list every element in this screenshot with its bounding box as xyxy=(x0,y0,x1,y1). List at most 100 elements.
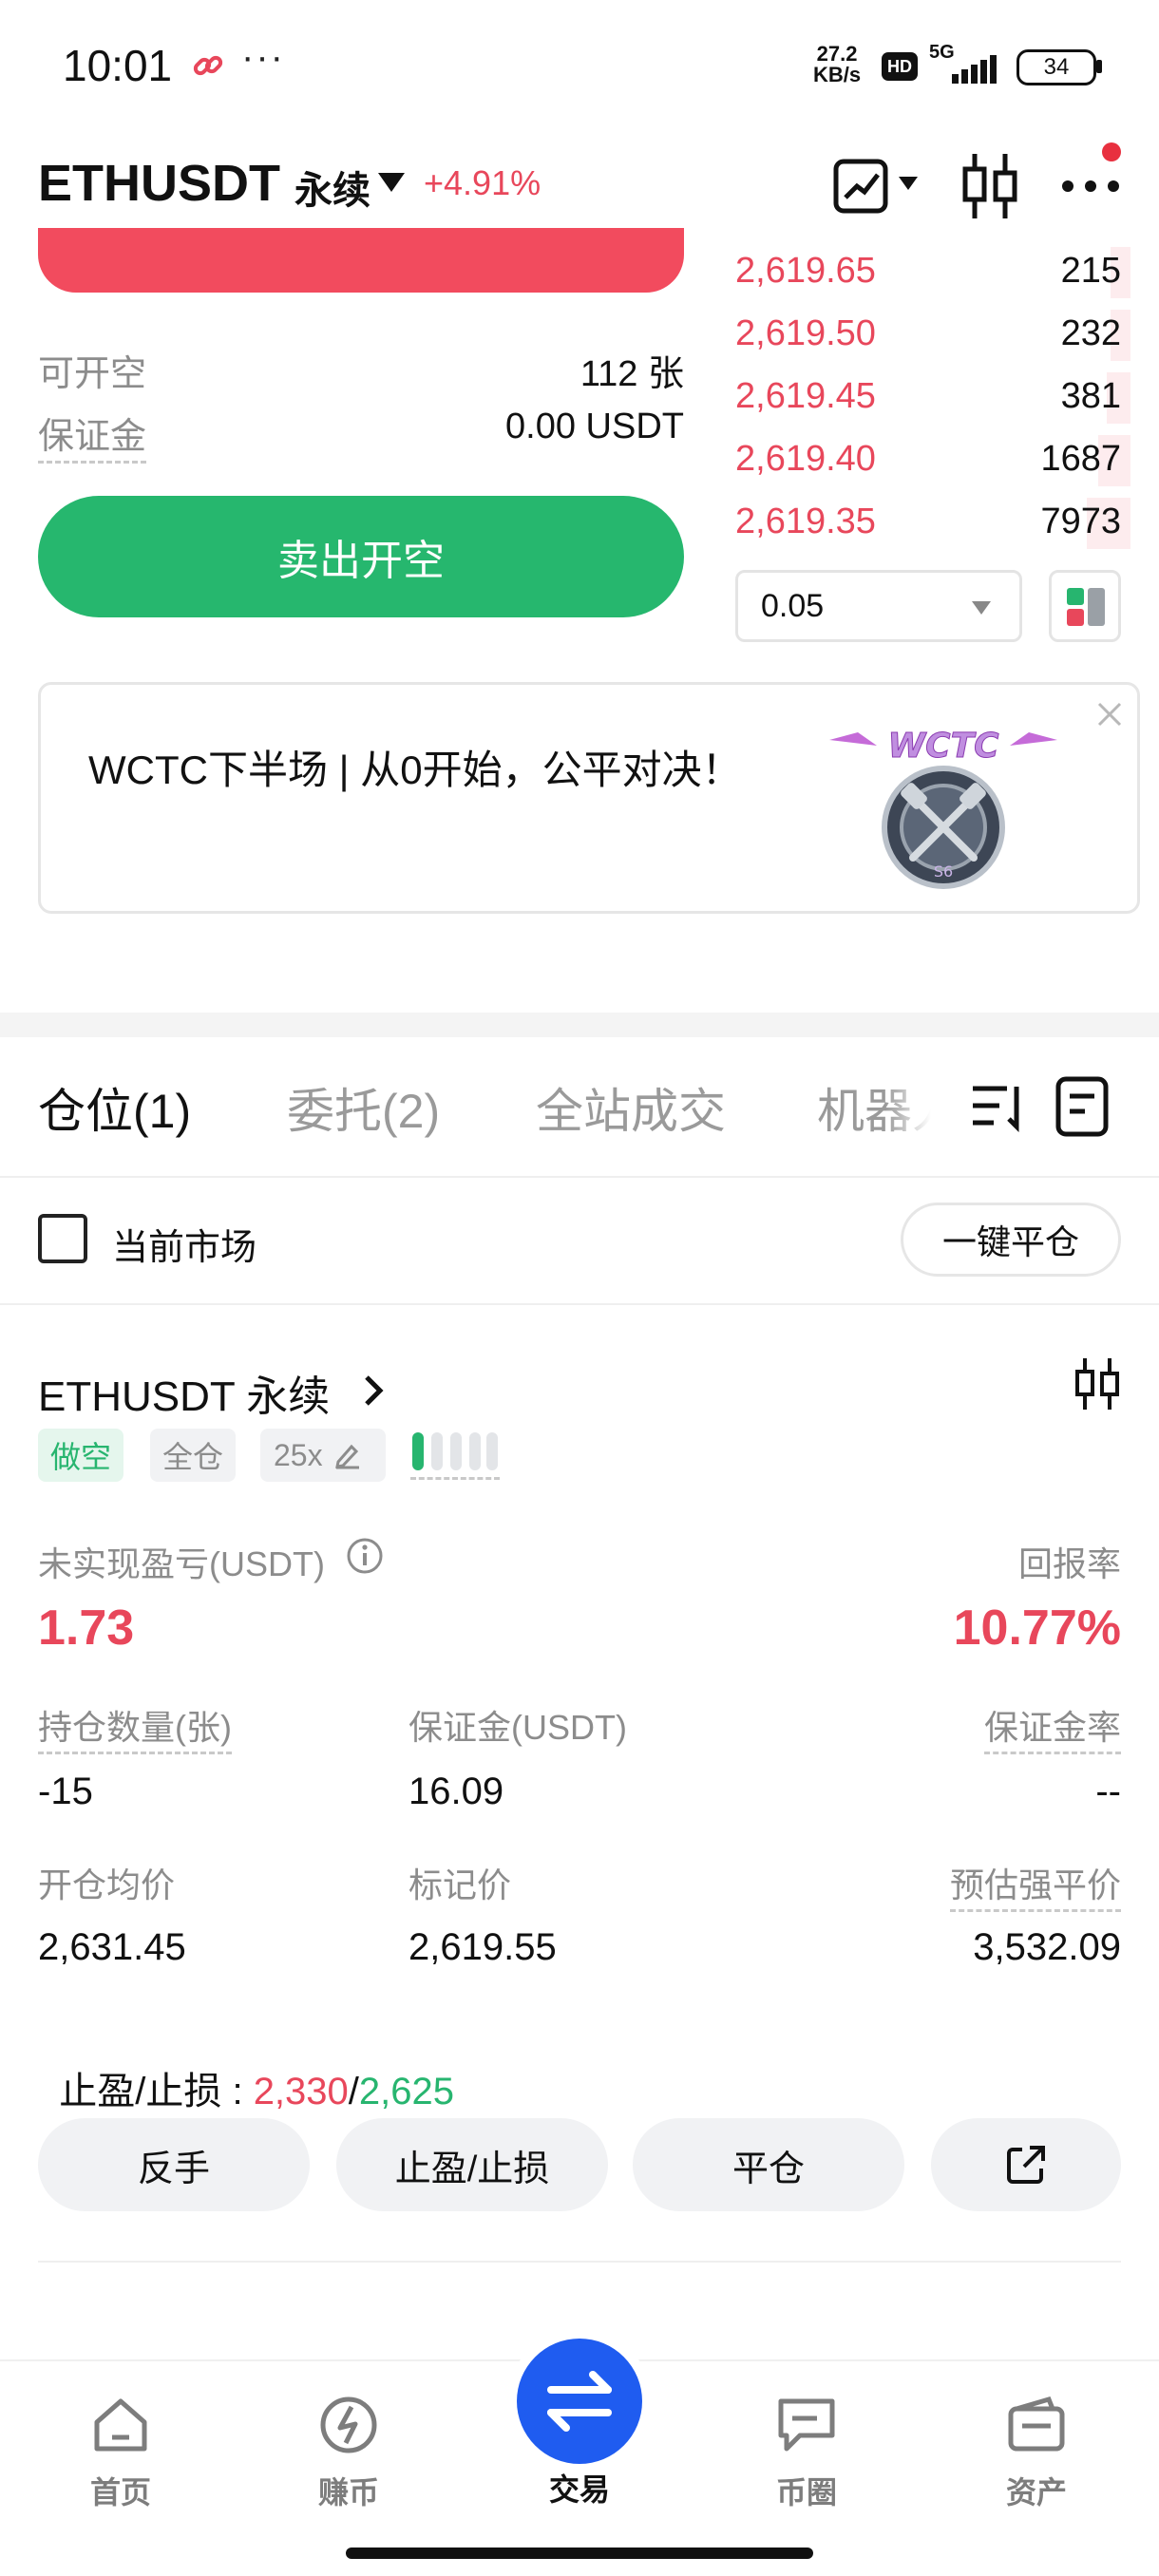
card-divider xyxy=(38,2261,1121,2263)
nav-trade-label[interactable]: 交易 xyxy=(517,2466,642,2510)
contract-type[interactable]: 永续 xyxy=(294,160,370,215)
current-market-checkbox[interactable] xyxy=(38,1214,87,1263)
signal-icon xyxy=(929,55,1003,85)
battery-tip xyxy=(1096,60,1102,73)
tpsl-row: 止盈/止损 : 2,330/2,625 xyxy=(38,2017,454,2115)
margin-label[interactable]: 保证金 xyxy=(38,407,147,464)
earn-icon xyxy=(320,2396,377,2453)
sort-icon[interactable] xyxy=(969,1081,1030,1134)
home-indicator[interactable] xyxy=(346,2548,813,2559)
wctc-logo: WCTC S6 xyxy=(820,723,1067,894)
section-divider xyxy=(0,1013,1159,1037)
close-all-button[interactable]: 一键平仓 xyxy=(901,1203,1121,1277)
dropdown-arrow-icon xyxy=(972,601,991,615)
promo-banner[interactable]: WCTC下半场 | 从0开始，公平对决！ WCTC S6 xyxy=(38,682,1140,914)
order-book-row[interactable]: 2,619.40 1687 xyxy=(732,429,1130,492)
tab-bots[interactable]: 机器人 xyxy=(817,1073,931,1142)
link-icon xyxy=(192,49,224,82)
order-book-row[interactable]: 2,619.50 232 xyxy=(732,304,1130,367)
mark-price-value: 2,619.55 xyxy=(408,1926,557,1968)
share-icon xyxy=(1005,2144,1047,2186)
more-menu-icon[interactable] xyxy=(1060,179,1121,194)
chart-dropdown-icon[interactable] xyxy=(899,177,918,190)
change-percent: +4.91% xyxy=(424,163,542,202)
ask-price: 2,619.35 xyxy=(735,502,876,541)
precision-select[interactable]: 0.05 xyxy=(735,570,1022,642)
svg-text:S6: S6 xyxy=(934,862,953,881)
status-bar: 10:01 ··· 27.2 KB/s HD 5G 34 xyxy=(0,0,1159,133)
document-icon[interactable] xyxy=(1054,1075,1110,1138)
status-time: 10:01 xyxy=(63,41,173,90)
margin-mode-badge: 全仓 xyxy=(150,1429,236,1482)
unrealized-pnl-label: 未实现盈亏(USDT) xyxy=(38,1544,325,1583)
entry-price-value: 2,631.45 xyxy=(38,1926,186,1968)
close-position-button[interactable]: 平仓 xyxy=(633,2118,904,2211)
order-book-row[interactable]: 2,619.45 381 xyxy=(732,367,1130,429)
book-layout-icon xyxy=(1065,586,1107,628)
ask-price: 2,619.45 xyxy=(735,376,876,416)
share-button[interactable] xyxy=(931,2118,1121,2211)
roe-label: 回报率 xyxy=(1017,1544,1121,1583)
wallet-icon xyxy=(1008,2396,1065,2452)
ask-qty: 232 xyxy=(1060,313,1121,353)
size-label[interactable]: 持仓数量(张) xyxy=(38,1700,232,1754)
trade-icon xyxy=(547,2371,612,2432)
order-book-row[interactable]: 2,619.35 7973 xyxy=(732,492,1130,555)
tpsl-sep: / xyxy=(348,2071,359,2112)
side-badge: 做空 xyxy=(38,1429,124,1482)
position-title[interactable]: ETHUSDT 永续 xyxy=(38,1362,330,1423)
margin-value: 0.00 USDT xyxy=(505,407,684,446)
available-short-value: 112 张 xyxy=(580,354,684,394)
current-market-label: 当前市场 xyxy=(112,1228,257,1268)
chevron-right-icon[interactable] xyxy=(363,1373,384,1408)
hd-badge: HD xyxy=(882,52,918,81)
tab-orders[interactable]: 委托(2) xyxy=(287,1073,440,1142)
nav-assets[interactable]: 资产 xyxy=(975,2394,1098,2512)
nav-trade-button[interactable] xyxy=(517,2339,642,2464)
status-more: ··· xyxy=(241,36,285,78)
chat-icon xyxy=(778,2398,835,2452)
order-book: 2,619.65 215 2,619.50 232 2,619.45 381 2,619.4… xyxy=(732,241,1130,555)
leverage-badge[interactable]: 25x xyxy=(260,1429,386,1482)
precision-value: 0.05 xyxy=(761,588,825,624)
order-book-row[interactable]: 2,619.65 215 xyxy=(732,241,1130,304)
roe-value: 10.77% xyxy=(953,1601,1121,1656)
ask-price: 2,619.65 xyxy=(735,251,876,291)
tabs-underline-divider xyxy=(0,1176,1159,1178)
candlestick-icon[interactable] xyxy=(960,150,1020,222)
nav-community[interactable]: 币圈 xyxy=(745,2394,868,2512)
liq-price-label[interactable]: 预估强平价 xyxy=(949,1858,1121,1912)
position-chart-icon[interactable] xyxy=(1074,1356,1121,1411)
home-icon xyxy=(94,2398,147,2452)
caret-down-icon[interactable] xyxy=(378,173,405,192)
sl-value: 2,625 xyxy=(358,2071,455,2112)
tpsl-button[interactable]: 止盈/止损 xyxy=(336,2118,608,2211)
tab-market-trades[interactable]: 全站成交 xyxy=(536,1073,726,1142)
close-icon[interactable] xyxy=(1095,700,1124,729)
liq-price-value: 3,532.09 xyxy=(973,1926,1121,1968)
size-value: -15 xyxy=(38,1771,93,1812)
unrealized-pnl-value: 1.73 xyxy=(38,1601,135,1656)
nav-home[interactable]: 首页 xyxy=(59,2394,182,2512)
leverage-value: 25x xyxy=(274,1437,323,1472)
risk-level-icon[interactable] xyxy=(410,1429,500,1480)
entry-price-label: 开仓均价 xyxy=(38,1866,176,1904)
pos-margin-label: 保证金(USDT) xyxy=(408,1708,627,1747)
symbol-title[interactable]: ETHUSDT xyxy=(38,154,280,213)
net-speed: 27.2 KB/s xyxy=(813,42,862,86)
book-layout-button[interactable] xyxy=(1049,570,1121,642)
chart-icon[interactable] xyxy=(832,156,899,217)
nav-earn[interactable]: 赚币 xyxy=(287,2394,410,2512)
ask-qty: 215 xyxy=(1060,251,1121,291)
tab-positions[interactable]: 仓位(1) xyxy=(38,1073,191,1142)
margin-ratio-value: -- xyxy=(1095,1771,1121,1812)
sell-open-short-button[interactable]: 卖出开空 xyxy=(38,496,684,617)
reverse-button[interactable]: 反手 xyxy=(38,2118,310,2211)
available-short-label: 可开空 xyxy=(38,354,147,394)
tpsl-label: 止盈/止损 : xyxy=(59,2071,254,2112)
margin-ratio-label[interactable]: 保证金率 xyxy=(983,1700,1121,1754)
info-icon[interactable] xyxy=(346,1537,384,1575)
buy-button-partial[interactable] xyxy=(38,228,684,293)
banner-text: WCTC下半场 | 从0开始，公平对决！ xyxy=(88,748,742,792)
ask-price: 2,619.50 xyxy=(735,313,876,353)
